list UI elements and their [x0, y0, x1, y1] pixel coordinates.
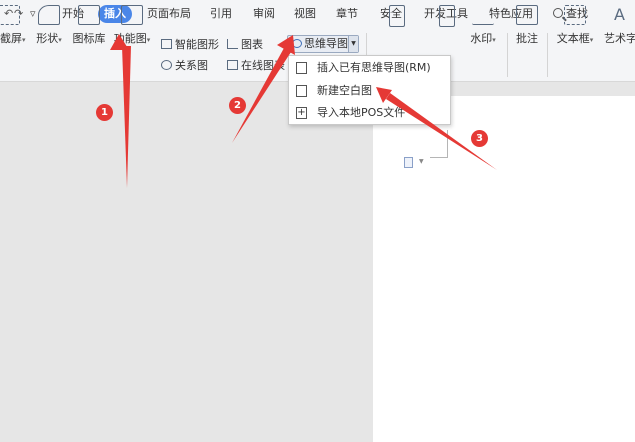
shape-icon	[38, 5, 60, 25]
chart-button[interactable]: 图表	[227, 37, 263, 53]
function-chart-label: 功能图	[113, 32, 147, 45]
online-chart-icon	[227, 60, 238, 70]
relation-chart-button[interactable]: 关系图	[161, 58, 208, 74]
ribbon-separator	[507, 33, 508, 77]
screenshot-icon	[0, 5, 20, 25]
screenshot-label: 截屏	[0, 32, 22, 45]
step-badge-2: 2	[229, 97, 246, 114]
page-margin-marker	[430, 130, 448, 158]
mindmap-dropdown-arrow-icon[interactable]: ▼	[348, 36, 358, 52]
import-plus-icon: +	[296, 107, 307, 119]
mindmap-file-icon	[296, 62, 307, 74]
online-chart-button[interactable]: 在线图表	[227, 58, 285, 74]
mindmap-icon	[292, 39, 302, 48]
icon-library-label: 图标库	[72, 32, 106, 45]
watermark-icon	[472, 5, 494, 25]
icon-library-button[interactable]: 图标库	[72, 2, 106, 52]
menu-item-new-blank-map[interactable]: 新建空白图	[289, 80, 452, 102]
art-text-label: 艺术字	[604, 32, 635, 45]
new-blank-icon	[296, 85, 307, 97]
page-number-icon	[439, 5, 455, 27]
watermark-button[interactable]: 水印▾	[466, 2, 500, 52]
comment-label: 批注	[516, 32, 538, 45]
mindmap-label: 思维导图	[304, 37, 348, 50]
page-icon	[389, 5, 405, 27]
textbox-label: 文本框	[556, 32, 590, 45]
smart-graphic-label: 智能图形	[175, 38, 219, 51]
smart-graphic-button[interactable]: 智能图形	[161, 37, 219, 53]
comment-button[interactable]: 批注	[514, 2, 540, 52]
relation-chart-icon	[161, 60, 172, 70]
tab-references[interactable]: 引用	[210, 5, 232, 23]
page-number-button[interactable]	[435, 2, 459, 52]
paragraph-layout-icon[interactable]	[404, 157, 413, 168]
chart-icon	[227, 39, 238, 49]
menu-item-label: 新建空白图	[317, 84, 372, 97]
watermark-label: 水印	[470, 32, 493, 45]
icon-library-icon	[78, 5, 100, 25]
relation-chart-label: 关系图	[175, 59, 208, 72]
step-badge-1: 1	[96, 104, 113, 121]
mindmap-button[interactable]: 思维导图 ▼	[287, 35, 359, 53]
menu-item-label: 插入已有思维导图(RM)	[317, 61, 431, 74]
menu-item-import-pos-file[interactable]: + 导入本地POS文件	[289, 102, 452, 124]
art-text-button[interactable]: A 艺术字	[604, 2, 635, 52]
page-button[interactable]	[385, 2, 409, 52]
chart-label: 图表	[241, 38, 263, 51]
function-chart-button[interactable]: 功能图▾	[111, 2, 153, 52]
smart-graphic-icon	[161, 39, 172, 49]
function-chart-icon	[121, 5, 143, 25]
document-page[interactable]	[373, 96, 635, 442]
online-chart-label: 在线图表	[241, 59, 285, 72]
tab-chapter[interactable]: 章节	[336, 5, 358, 23]
paragraph-layout-caret-icon[interactable]: ▼	[419, 158, 424, 165]
screenshot-button[interactable]: 截屏▾	[0, 2, 26, 52]
shape-label: 形状	[36, 32, 59, 45]
tab-page-layout[interactable]: 页面布局	[147, 5, 191, 23]
tab-view[interactable]: 视图	[294, 5, 316, 23]
comment-icon	[516, 5, 538, 25]
mindmap-dropdown-menu: 插入已有思维导图(RM) 新建空白图 + 导入本地POS文件	[288, 55, 451, 125]
textbox-icon	[564, 5, 586, 25]
ribbon-separator	[547, 33, 548, 77]
art-text-icon: A	[614, 5, 625, 24]
step-badge-3: 3	[471, 130, 488, 147]
menu-item-label: 导入本地POS文件	[317, 106, 406, 119]
menu-item-insert-existing-mindmap[interactable]: 插入已有思维导图(RM)	[289, 57, 452, 79]
textbox-button[interactable]: 文本框▾	[553, 2, 597, 52]
shape-button[interactable]: 形状▾	[32, 2, 66, 52]
tab-review[interactable]: 审阅	[253, 5, 275, 23]
